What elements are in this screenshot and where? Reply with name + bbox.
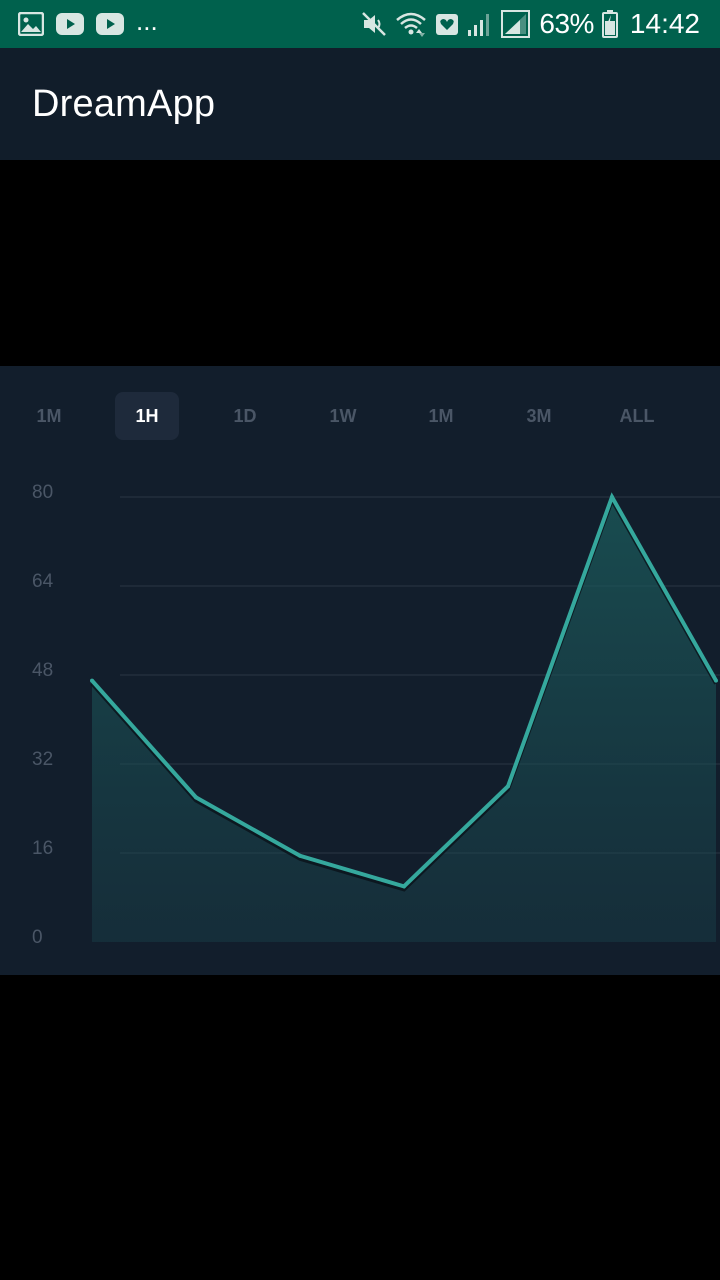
clock: 14:42 bbox=[629, 8, 700, 39]
y-axis-ticks: 0 16 32 48 64 80 bbox=[32, 482, 54, 948]
data-point bbox=[402, 884, 406, 889]
data-point bbox=[506, 784, 510, 789]
y-tick-label: 32 bbox=[32, 749, 53, 770]
line-chart[interactable]: 0 16 32 48 64 80 bbox=[0, 366, 720, 975]
mute-icon bbox=[361, 11, 387, 37]
data-point bbox=[714, 678, 718, 683]
data-point bbox=[610, 495, 614, 499]
app-bar: DreamApp bbox=[0, 48, 720, 160]
signal-icon bbox=[501, 10, 531, 38]
data-point bbox=[90, 678, 94, 683]
series-fill bbox=[92, 497, 716, 942]
signal-weak-icon bbox=[467, 11, 493, 37]
image-icon bbox=[18, 12, 44, 36]
y-tick-label: 80 bbox=[32, 482, 53, 503]
empty-area bbox=[0, 160, 720, 366]
youtube-icon bbox=[56, 13, 84, 35]
wifi-icon bbox=[395, 11, 427, 37]
data-point bbox=[298, 853, 302, 858]
notification-overflow: ... bbox=[136, 6, 158, 36]
notification-icons: ... bbox=[18, 6, 158, 38]
y-tick-label: 64 bbox=[32, 571, 54, 592]
series-area bbox=[90, 492, 718, 942]
battery-icon bbox=[601, 10, 618, 38]
data-point bbox=[194, 795, 198, 800]
system-icons: 63% 14:42 bbox=[361, 8, 700, 40]
health-icon bbox=[435, 11, 459, 37]
youtube-icon bbox=[96, 13, 124, 35]
chart-panel: 1M 1H 1D 1W 1M 3M ALL 0 16 32 48 64 80 bbox=[0, 366, 720, 975]
battery-percent: 63% bbox=[539, 8, 594, 39]
app-title: DreamApp bbox=[32, 83, 216, 125]
y-tick-label: 0 bbox=[32, 927, 43, 948]
status-bar: ... 63% 14:42 bbox=[0, 0, 720, 48]
y-tick-label: 16 bbox=[32, 838, 53, 859]
y-tick-label: 48 bbox=[32, 660, 53, 681]
